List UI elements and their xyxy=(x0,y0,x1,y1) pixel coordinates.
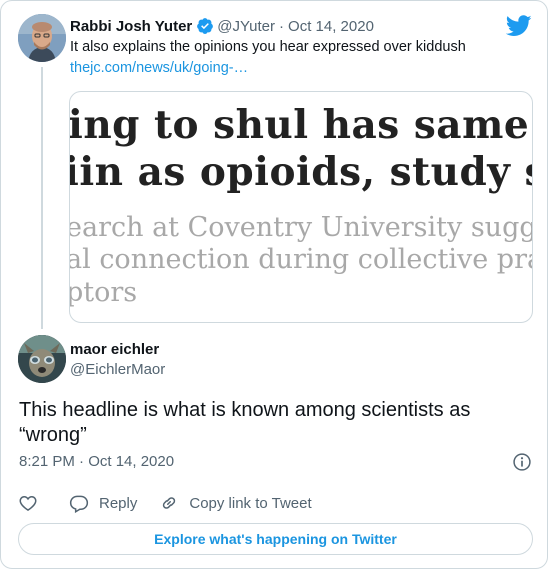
parent-author-avatar[interactable] xyxy=(18,14,66,62)
parent-tweet-header: Rabbi Josh Yuter @JYuter · Oct 14, 2020 xyxy=(70,15,374,37)
link-icon xyxy=(163,497,176,509)
tweet-card: Rabbi Josh Yuter @JYuter · Oct 14, 2020 … xyxy=(0,0,548,569)
heart-icon xyxy=(19,495,37,511)
reply-bubble-icon xyxy=(69,495,89,513)
parent-author-name[interactable]: Rabbi Josh Yuter xyxy=(70,18,192,35)
preview-sub-line1: earch at Coventry University suggests f xyxy=(69,212,533,243)
reply-label: Reply xyxy=(99,494,138,512)
parent-tweet-date[interactable]: Oct 14, 2020 xyxy=(288,18,374,35)
preview-sub-line2: al connection during collective prayer s xyxy=(70,244,532,275)
parent-tweet-text: It also explains the opinions you hear e… xyxy=(70,39,466,55)
header-separator: · xyxy=(279,17,285,35)
preview-headline-line1: ing to shul has same effe xyxy=(69,102,532,148)
preview-headline-line2: iin as opioids, study sug xyxy=(69,149,532,195)
parent-tweet-link[interactable]: thejc.com/news/uk/going-… xyxy=(70,60,248,76)
author-handle[interactable]: @EichlerMaor xyxy=(70,361,165,378)
explore-twitter-button[interactable]: Explore what's happening on Twitter xyxy=(18,523,533,555)
copy-link-button[interactable]: Copy link to Tweet xyxy=(159,493,312,513)
tweet-actions: Reply Copy link to Tweet xyxy=(18,491,312,515)
tweet-timestamp[interactable]: 8:21 PM · Oct 14, 2020 xyxy=(19,453,174,470)
preview-sub-line3: ptors xyxy=(69,277,138,308)
verified-badge-icon xyxy=(197,18,214,34)
author-name[interactable]: maor eichler xyxy=(70,341,159,358)
thread-connector-line xyxy=(41,67,43,329)
tweet-text: This headline is what is known among sci… xyxy=(19,399,471,446)
parent-author-handle[interactable]: @JYuter xyxy=(217,18,275,35)
like-button[interactable] xyxy=(18,493,38,513)
copy-link-label: Copy link to Tweet xyxy=(189,494,312,512)
link-preview-card[interactable]: ing to shul has same effe iin as opioids… xyxy=(69,91,533,323)
twitter-bird-icon[interactable] xyxy=(506,15,532,37)
reply-button[interactable]: Reply xyxy=(69,493,137,513)
author-avatar[interactable] xyxy=(18,335,66,383)
info-icon[interactable] xyxy=(512,452,532,472)
